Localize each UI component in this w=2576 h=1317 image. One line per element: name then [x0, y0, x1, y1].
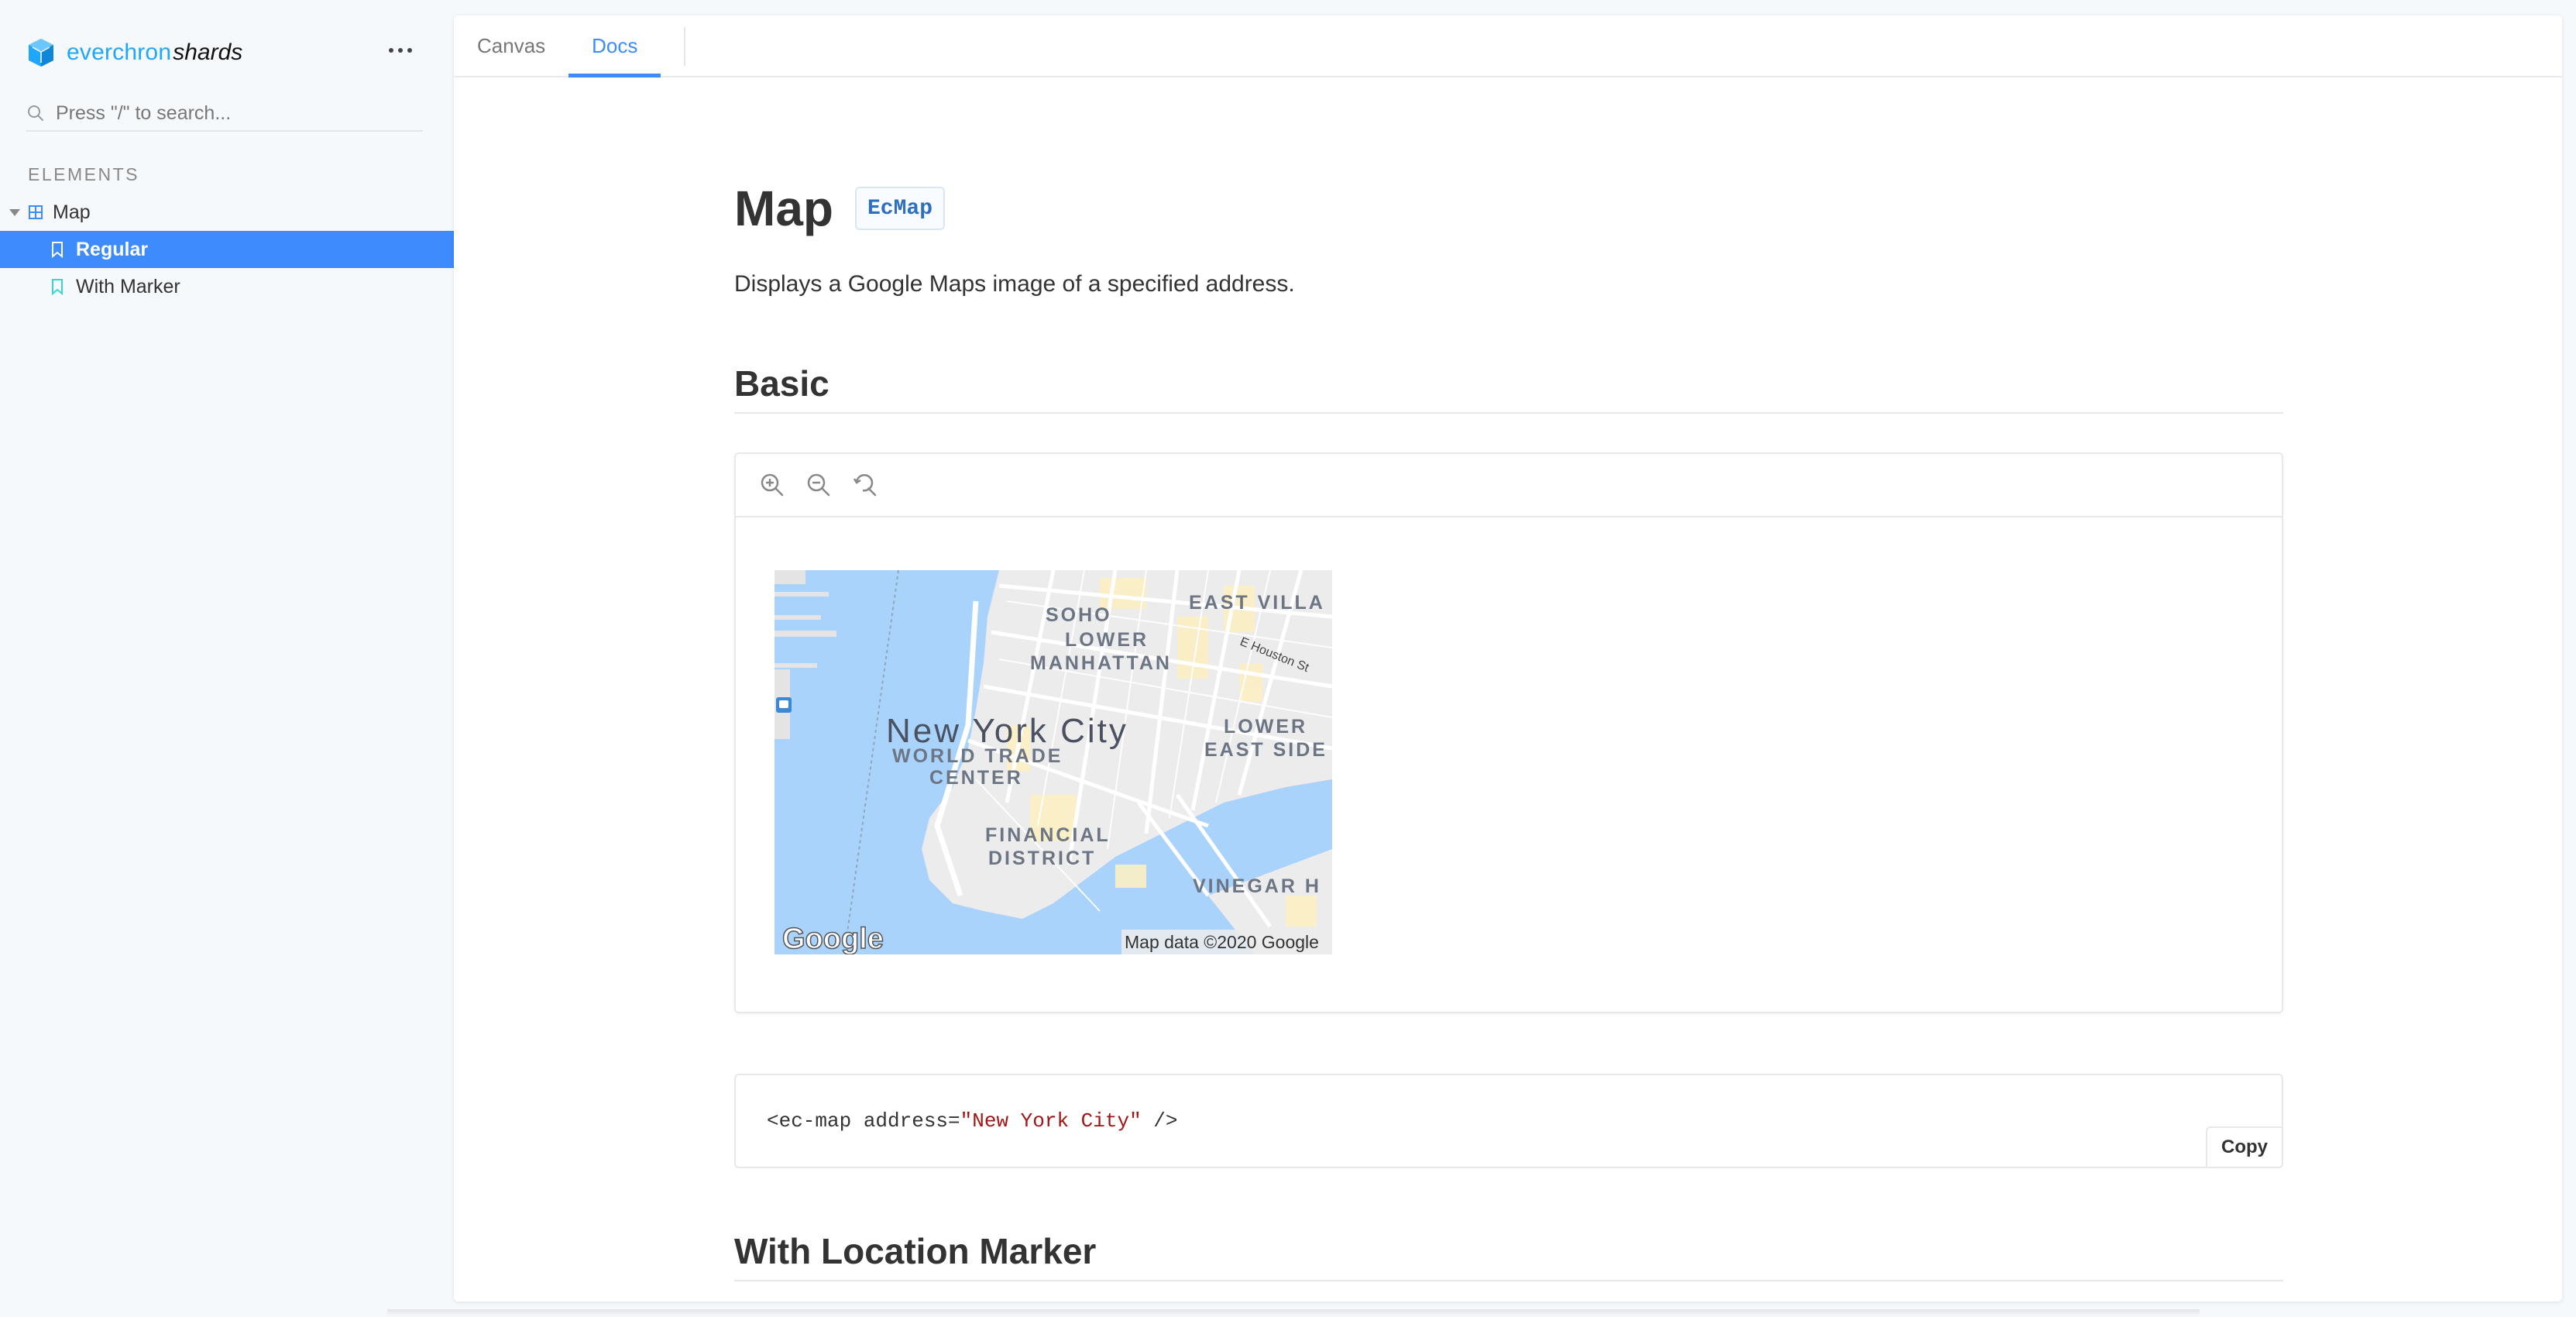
more-options-button[interactable]	[389, 45, 412, 56]
map-label-vinegar: VINEGAR H	[1193, 875, 1321, 897]
map-label-east-village: EAST VILLA	[1189, 592, 1325, 614]
bookmark-icon	[52, 242, 63, 258]
dot-icon	[389, 48, 393, 53]
story-preview: SOHO LOWER MANHATTAN EAST VILLA LOWER EA…	[734, 452, 2283, 1013]
brand-name: everchron	[67, 40, 172, 65]
tab-docs[interactable]: Docs	[568, 15, 661, 77]
tree-item-with-marker[interactable]: With Marker	[0, 268, 454, 305]
preview-toolbar	[736, 454, 2282, 518]
map-canvas: SOHO LOWER MANHATTAN EAST VILLA LOWER EA…	[775, 570, 1332, 954]
tree-item-map[interactable]: Map	[0, 194, 454, 231]
section-heading-with-marker: With Location Marker	[734, 1230, 2283, 1281]
caret-down-icon	[9, 208, 20, 216]
tab-canvas[interactable]: Canvas	[454, 15, 568, 76]
copy-button[interactable]: Copy	[2206, 1126, 2283, 1168]
brand[interactable]: everchron shards	[26, 36, 242, 70]
code-line: <ec-map address="New York City" />	[767, 1109, 1178, 1133]
dot-icon	[407, 48, 412, 53]
code-tag-close: />	[1141, 1109, 1178, 1133]
tree-item-label: With Marker	[76, 275, 180, 297]
code-snippet: <ec-map address="New York City" /> Copy	[734, 1074, 2283, 1168]
map-label-wtc: CENTER	[929, 767, 1023, 789]
tab-bar: Canvas Docs	[454, 15, 2562, 77]
page-description: Displays a Google Maps image of a specif…	[734, 271, 1295, 297]
map-label-financial: DISTRICT	[988, 848, 1096, 869]
map-label-lower-manhattan: MANHATTAN	[1030, 652, 1172, 674]
zoom-in-icon[interactable]	[759, 472, 785, 498]
map-attribution: Map data ©2020 Google	[1125, 932, 1319, 952]
page-title: Map	[734, 181, 833, 236]
main-panel: Canvas Docs Map EcMap Displays a Google …	[454, 15, 2562, 1302]
tree-item-label: Regular	[76, 238, 149, 260]
map-label-financial: FINANCIAL	[985, 824, 1111, 846]
map-image[interactable]: SOHO LOWER MANHATTAN EAST VILLA LOWER EA…	[775, 570, 1332, 954]
google-logo: Google	[782, 923, 884, 954]
doc-title-row: Map EcMap	[734, 180, 946, 237]
map-label-les: EAST SIDE	[1204, 739, 1327, 761]
tab-divider	[684, 27, 686, 66]
map-label-les: LOWER	[1224, 716, 1307, 738]
map-label-city: New York City	[886, 712, 1128, 750]
section-label-elements: ELEMENTS	[28, 164, 139, 184]
bottom-shadow	[387, 1309, 2200, 1317]
map-label-soho: SOHO	[1046, 604, 1112, 626]
component-name-badge: EcMap	[855, 187, 946, 230]
tree-item-label: Map	[53, 201, 91, 223]
bookmark-icon	[52, 279, 63, 295]
section-heading-basic: Basic	[734, 363, 2283, 414]
sidebar: everchron shards ELEMENTS Map Regular	[0, 0, 454, 1317]
tree-item-regular[interactable]: Regular	[0, 231, 454, 268]
component-grid-icon	[29, 205, 43, 219]
search-icon	[28, 105, 43, 121]
cube-logo-icon	[29, 39, 53, 67]
map-label-lower-manhattan: LOWER	[1065, 629, 1149, 651]
dot-icon	[398, 48, 403, 53]
code-string: "New York City"	[960, 1109, 1142, 1133]
code-tag: <ec-map address=	[767, 1109, 960, 1133]
reset-zoom-icon[interactable]	[852, 472, 878, 498]
sidebar-search	[26, 96, 423, 132]
zoom-out-icon[interactable]	[805, 472, 832, 498]
brand-name-suffix: shards	[173, 40, 243, 65]
search-input[interactable]	[56, 101, 412, 125]
